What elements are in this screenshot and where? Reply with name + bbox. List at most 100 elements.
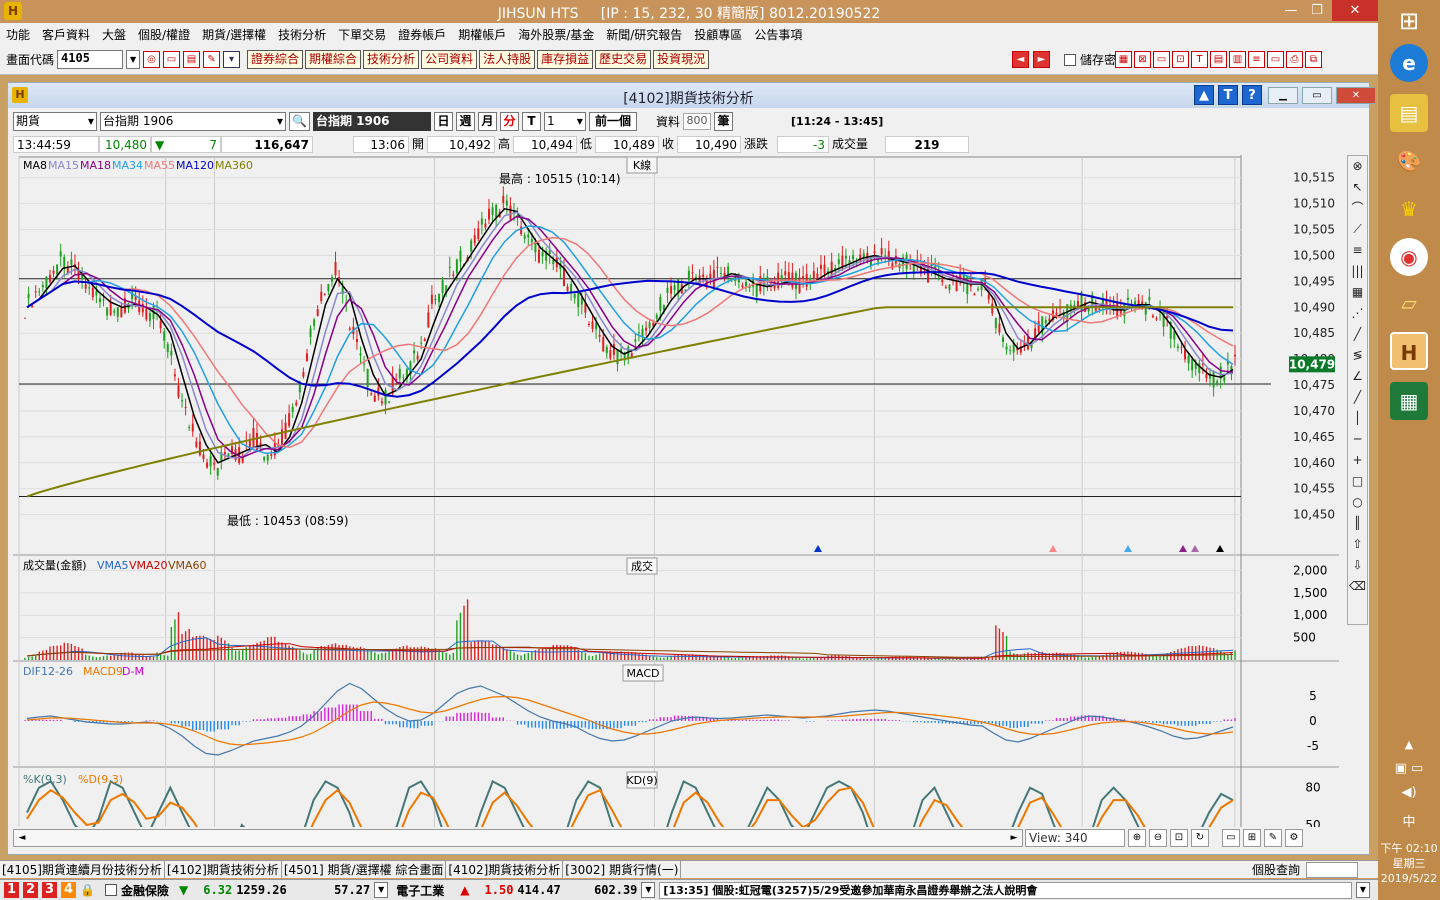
angle-icon[interactable]: ∠ <box>1348 366 1367 387</box>
tray-up-icon[interactable]: ▲ <box>1378 738 1440 752</box>
arc-icon[interactable]: ⌒ <box>1348 198 1367 219</box>
period-day[interactable]: 日 <box>433 111 453 131</box>
quick-button-1[interactable]: 期權綜合 <box>305 50 362 69</box>
layout-icon[interactable]: ⊞ <box>1243 829 1261 847</box>
menu-item-4[interactable]: 期貨/選擇權 <box>196 26 272 43</box>
zoom-in-icon[interactable]: ⊕ <box>1128 829 1146 847</box>
scroll-left-icon[interactable]: ◄ <box>14 830 30 846</box>
scroll-right-icon[interactable]: ► <box>1006 830 1022 846</box>
rect-icon[interactable]: □ <box>1348 471 1367 492</box>
fibonacci-icon[interactable]: ||| <box>1348 261 1367 282</box>
quick-button-3[interactable]: 公司資料 <box>421 50 478 69</box>
paint-icon[interactable]: 🎨 <box>1390 142 1428 180</box>
expand-icon[interactable]: ▾ <box>223 51 241 68</box>
search-icon[interactable]: 🔍 <box>289 111 310 131</box>
next-arrow-icon[interactable]: ► <box>1032 51 1050 68</box>
unit-button[interactable]: 筆 <box>713 111 733 131</box>
line-icon[interactable]: ╱ <box>1348 324 1367 345</box>
period-minute[interactable]: 分 <box>499 111 519 131</box>
vline-icon[interactable]: │ <box>1348 408 1367 429</box>
screen-2-button[interactable]: 2 <box>23 882 38 898</box>
cycle-icon[interactable]: ║ <box>1348 513 1367 534</box>
restore-icon[interactable]: ❐ <box>1302 0 1332 21</box>
help-icon[interactable]: ? <box>1242 85 1262 105</box>
chart-area[interactable]: 13:0505/2209:0010:0011:0012:0013:0013:45… <box>13 155 1339 827</box>
eraser-icon[interactable]: ⌫ <box>1348 576 1367 597</box>
index-dropdown-icon[interactable]: ▼ <box>374 882 389 898</box>
period-tick[interactable]: T <box>521 111 541 131</box>
child-minimize-icon[interactable]: ▁ <box>1268 87 1298 104</box>
window-tab-3[interactable]: [4102]期貨技術分析 <box>446 861 564 878</box>
layout-9-icon[interactable]: ▭ <box>1267 51 1284 68</box>
window-tab-0[interactable]: [4105]期貨連續月份技術分析 <box>0 861 165 878</box>
pointer-icon[interactable]: ↖ <box>1348 177 1367 198</box>
print-icon[interactable]: ▤ <box>183 51 201 68</box>
prev-arrow-icon[interactable]: ◄ <box>1011 51 1029 68</box>
clock-time[interactable]: 下午 02:10 <box>1378 842 1440 856</box>
network-icon[interactable]: ▣ ▭ <box>1378 762 1440 776</box>
screen-4-button[interactable]: 4 <box>61 882 76 898</box>
clock-date[interactable]: 2019/5/22 <box>1378 872 1440 886</box>
period-week[interactable]: 週 <box>455 111 475 131</box>
window-tab-1[interactable]: [4102]期貨技術分析 <box>165 861 282 878</box>
menu-item-1[interactable]: 客戶資料 <box>36 26 96 43</box>
sticky-notes-icon[interactable]: ▱ <box>1390 284 1428 322</box>
crown-app-icon[interactable]: ♛ <box>1390 190 1428 228</box>
zigzag-icon[interactable]: ≶ <box>1348 345 1367 366</box>
chart-svg[interactable]: 13:0505/2209:0010:0011:0012:0013:0013:45… <box>13 155 1339 827</box>
cancel-draw-icon[interactable]: ⊗ <box>1348 156 1367 177</box>
menu-item-6[interactable]: 下單交易 <box>332 26 392 43</box>
jihsun-app-icon[interactable]: H <box>1390 332 1428 370</box>
period-month[interactable]: 月 <box>477 111 497 131</box>
quick-button-7[interactable]: 投資現況 <box>653 50 710 69</box>
screen-code-input[interactable]: 4105 <box>57 50 124 69</box>
refresh-icon[interactable]: ↻ <box>1191 829 1209 847</box>
menu-item-2[interactable]: 大盤 <box>96 26 132 43</box>
settings-icon[interactable]: ⚙ <box>1285 829 1303 847</box>
lock-icon[interactable]: 🔒 <box>80 883 95 897</box>
news-ticker[interactable]: [13:35] 個股:虹冠電(3257)5/29受邀參加華南永昌證券舉辦之法人說… <box>659 881 1352 899</box>
child-close-icon[interactable]: ✕ <box>1336 87 1376 104</box>
layout-11-icon[interactable]: ⧉ <box>1305 51 1322 68</box>
zoom-fit-icon[interactable]: ⊡ <box>1170 829 1188 847</box>
menu-item-5[interactable]: 技術分析 <box>272 26 332 43</box>
windows-start-icon[interactable]: ⊞ <box>1390 2 1428 40</box>
index-checkbox[interactable] <box>104 884 117 896</box>
cross-icon[interactable]: + <box>1348 450 1367 471</box>
prev-button[interactable]: 前一個 <box>588 111 637 131</box>
quick-button-0[interactable]: 證券綜合 <box>247 50 304 69</box>
arrow-down-icon[interactable]: ⇩ <box>1348 555 1367 576</box>
export-icon[interactable]: ▭ <box>1222 829 1240 847</box>
save-password-checkbox[interactable] <box>1063 53 1076 66</box>
clock-weekday[interactable]: 星期三 <box>1378 857 1440 871</box>
quick-button-6[interactable]: 歷史交易 <box>595 50 652 69</box>
menu-item-3[interactable]: 個股/權證 <box>132 26 196 43</box>
layout-4-icon[interactable]: ⊡ <box>1172 51 1189 68</box>
window-icon[interactable]: ▭ <box>163 51 181 68</box>
code-dropdown-icon[interactable]: ▼ <box>126 50 141 69</box>
file-explorer-icon[interactable]: ▤ <box>1390 94 1428 132</box>
index2-dropdown-icon[interactable]: ▼ <box>641 882 656 898</box>
grid-icon[interactable]: ▦ <box>1348 282 1367 303</box>
stock-query-input[interactable] <box>1306 861 1358 878</box>
ellipse-icon[interactable]: ○ <box>1348 492 1367 513</box>
layout-1-icon[interactable]: ▦ <box>1115 51 1132 68</box>
layout-5-icon[interactable]: T <box>1191 51 1208 68</box>
quick-button-5[interactable]: 庫存損益 <box>537 50 594 69</box>
layout-8-icon[interactable]: ≡ <box>1248 51 1265 68</box>
layout-6-icon[interactable]: ▤ <box>1210 51 1227 68</box>
layout-7-icon[interactable]: ▥ <box>1229 51 1246 68</box>
menu-item-10[interactable]: 新聞/研究報告 <box>600 26 688 43</box>
hline-icon[interactable]: ─ <box>1348 429 1367 450</box>
menu-item-8[interactable]: 期權帳戶 <box>452 26 512 43</box>
ime-indicator[interactable]: 中 <box>1378 816 1440 830</box>
type-select[interactable]: 期貨 <box>13 111 97 131</box>
excel-icon[interactable]: ▦ <box>1390 382 1428 420</box>
fan-icon[interactable]: ⋰ <box>1348 303 1367 324</box>
volume-icon[interactable]: ◀) <box>1378 786 1440 800</box>
tools-icon[interactable]: ✎ <box>203 51 221 68</box>
close-icon[interactable]: ✕ <box>1332 0 1378 21</box>
window-tab-2[interactable]: [4501] 期貨/選擇權 綜合畫面 <box>282 861 447 878</box>
quick-button-2[interactable]: 技術分析 <box>363 50 420 69</box>
arrow-up-icon[interactable]: ⇧ <box>1348 534 1367 555</box>
